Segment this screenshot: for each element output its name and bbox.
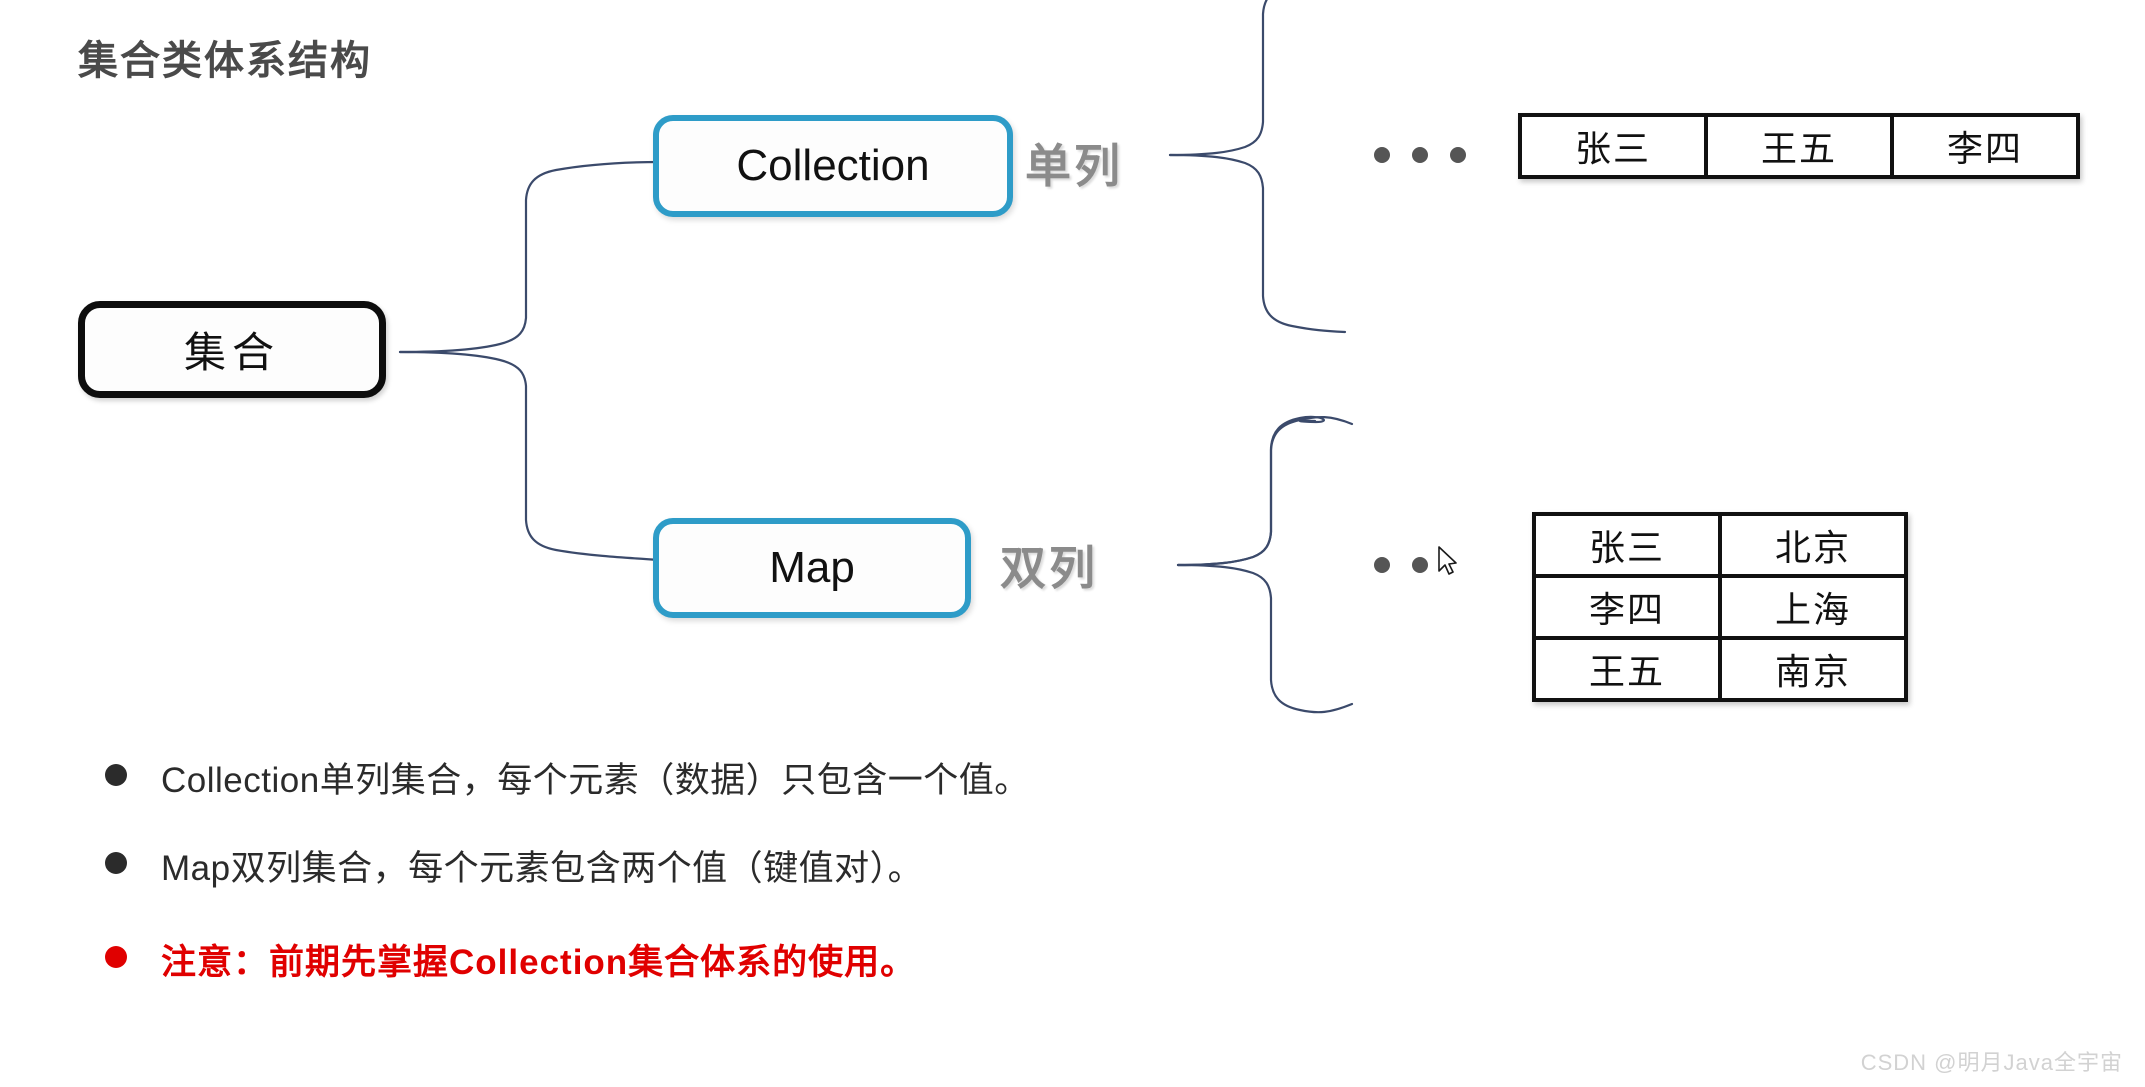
- watermark: CSDN @明月Java全宇宙: [1860, 1050, 2123, 1075]
- node-map[interactable]: Map: [653, 518, 971, 618]
- table-map-example: 张三 北京 李四 上海 王五 南京: [1532, 512, 1908, 702]
- table-cell: 张三: [1518, 113, 1708, 179]
- page-title: 集合类体系结构: [78, 39, 372, 83]
- ellipsis-dot: [1412, 557, 1428, 573]
- ellipsis-map: [1374, 557, 1428, 573]
- bullet-text: Map双列集合，每个元素包含两个值（键值对）。: [161, 849, 924, 888]
- ellipsis-dot: [1374, 147, 1390, 163]
- table-row: 李四 上海: [1532, 574, 1908, 640]
- table-cell: 上海: [1718, 574, 1908, 640]
- node-collection-label: Collection: [736, 141, 930, 190]
- table-cell: 王五: [1704, 113, 1894, 179]
- ellipsis-dot: [1374, 557, 1390, 573]
- bullet-dot-icon: [105, 764, 127, 786]
- bullet-dot-icon: [105, 946, 127, 968]
- label-double-column: 双列: [1000, 542, 1098, 594]
- table-cell: 张三: [1532, 512, 1722, 578]
- ellipsis-dot: [1450, 147, 1466, 163]
- bullet-list: Collection单列集合，每个元素（数据）只包含一个值。 Map双列集合，每…: [105, 760, 1505, 1030]
- table-cell: 李四: [1890, 113, 2080, 179]
- mouse-cursor-icon: [1438, 546, 1457, 575]
- table-cell: 李四: [1532, 574, 1722, 640]
- list-item: Map双列集合，每个元素包含两个值（键值对）。: [105, 848, 1505, 890]
- list-item: Collection单列集合，每个元素（数据）只包含一个值。: [105, 760, 1505, 802]
- list-item-note: 注意：前期先掌握Collection集合体系的使用。: [105, 942, 1505, 984]
- node-root-label: 集合: [183, 329, 280, 376]
- node-collection[interactable]: Collection: [653, 115, 1013, 217]
- table-row: 王五 南京: [1532, 636, 1908, 702]
- node-root-collection[interactable]: 集合: [78, 301, 386, 398]
- node-map-label: Map: [769, 543, 855, 592]
- slide-canvas: 集合类体系结构 集合 Collection 单列 张三 王五 李四 Map 双列…: [0, 0, 2145, 1087]
- bullet-text: Collection单列集合，每个元素（数据）只包含一个值。: [161, 761, 1030, 800]
- table-cell: 王五: [1532, 636, 1722, 702]
- table-cell: 北京: [1718, 512, 1908, 578]
- bullet-dot-icon: [105, 852, 127, 874]
- table-row: 张三 王五 李四: [1518, 113, 2080, 179]
- table-collection-example: 张三 王五 李四: [1518, 113, 2080, 179]
- ellipsis-dot: [1412, 147, 1428, 163]
- label-single-column: 单列: [1025, 140, 1123, 192]
- ellipsis-collection: [1374, 147, 1466, 163]
- table-row: 张三 北京: [1532, 512, 1908, 578]
- table-cell: 南京: [1718, 636, 1908, 702]
- bullet-text-note: 注意：前期先掌握Collection集合体系的使用。: [161, 943, 917, 982]
